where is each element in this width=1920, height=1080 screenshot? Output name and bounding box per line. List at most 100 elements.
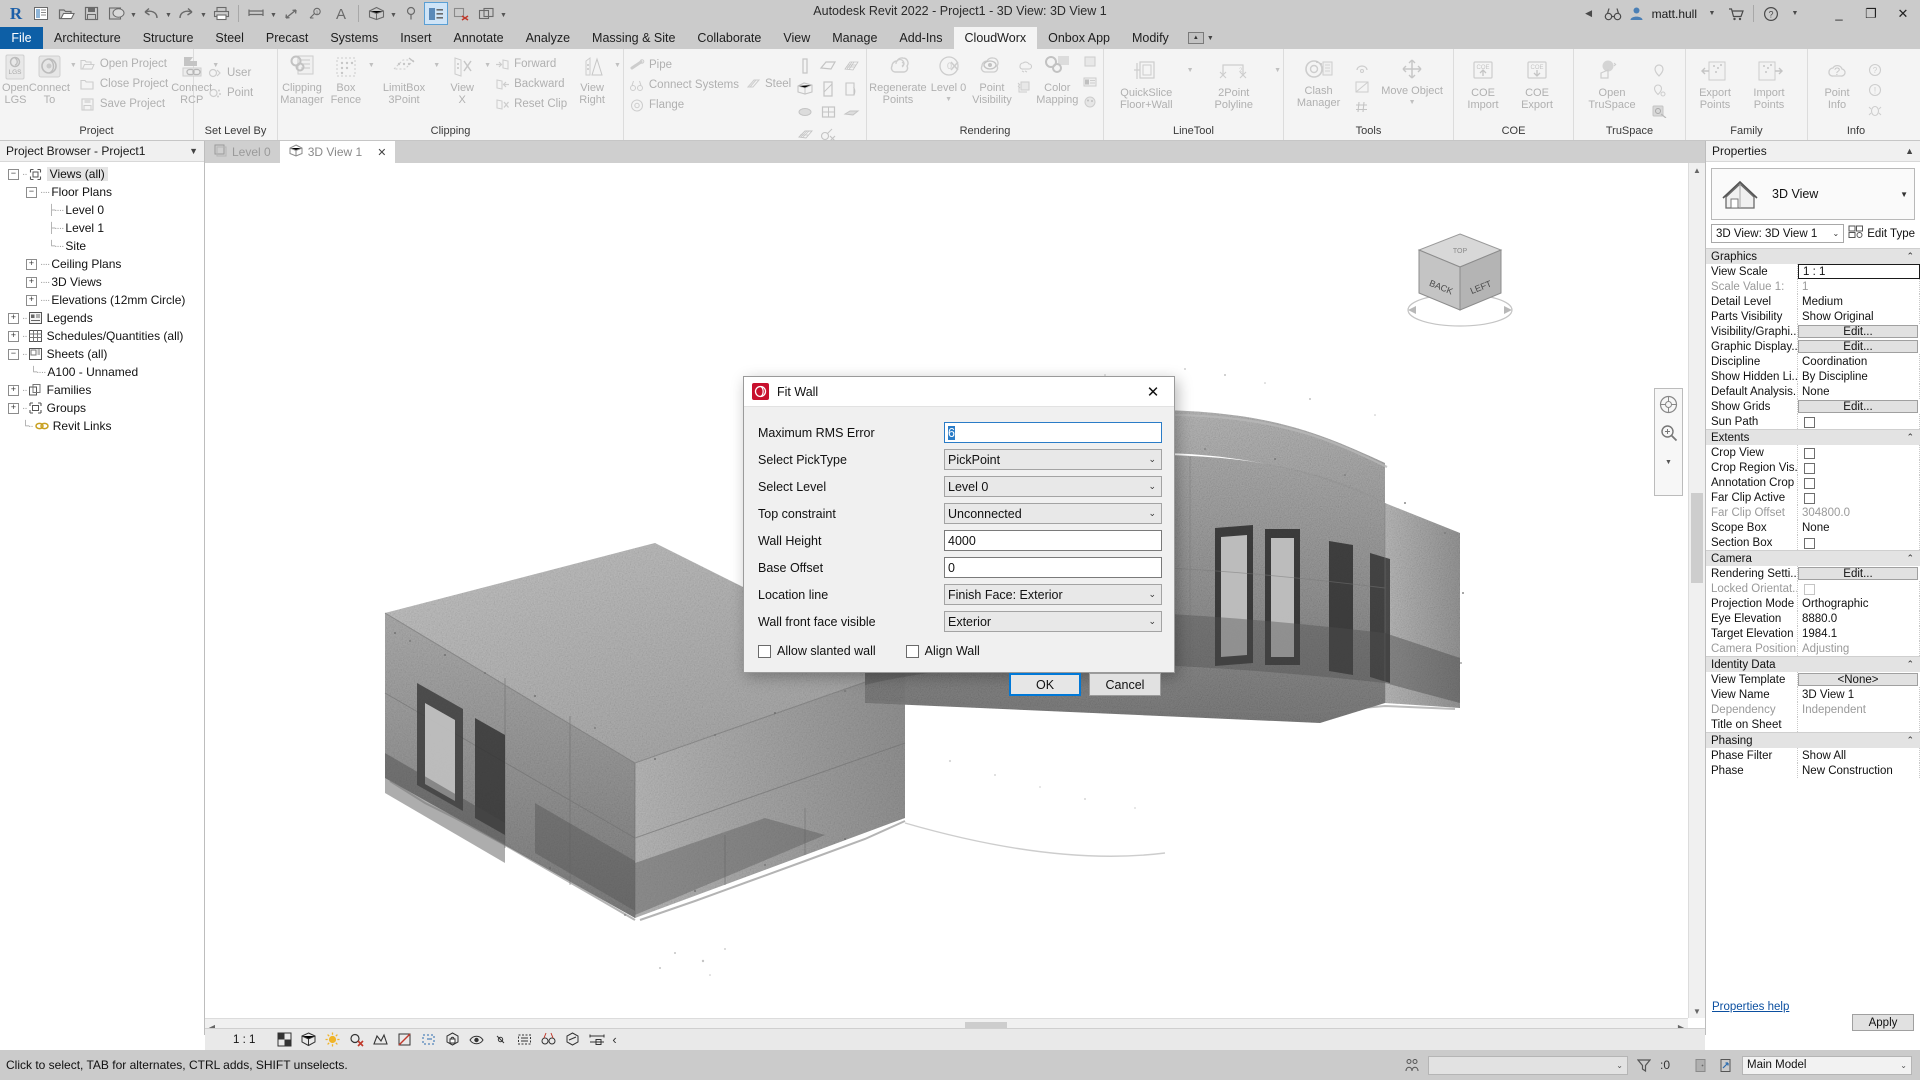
wall-height-input[interactable]: 4000 [944,530,1162,551]
chevron-down-icon[interactable]: ▼ [1900,190,1908,199]
tab-cloudworx[interactable]: CloudWorx [953,27,1038,49]
default-3d-view-icon[interactable] [364,2,388,25]
property-row-annotation-crop[interactable]: Annotation Crop [1706,475,1920,490]
coe-import-button[interactable]: COE COE Import [1456,57,1510,111]
ribbon-tab-bar[interactable]: File Architecture Structure Steel Precas… [0,27,1920,49]
tab-modify[interactable]: Modify [1121,27,1180,49]
property-row-far-clip-active[interactable]: Far Clip Active [1706,490,1920,505]
property-row-sun-path[interactable]: Sun Path [1706,414,1920,429]
property-row-parts-visibility[interactable]: Parts Visibility Show Original [1706,309,1920,324]
property-row-projection-mode[interactable]: Projection Mode Orthographic [1706,596,1920,611]
view-control-bar[interactable]: 1 : 1 ‹ [205,1028,1705,1050]
help-circle-icon[interactable]: ? [1864,60,1886,80]
quickslice-floor-wall-button[interactable]: QuickSlice Floor+Wall [1106,57,1187,111]
view-tab-level-0[interactable]: Level 0 [205,141,280,163]
tree-node-ceiling-plans[interactable]: + ···· Ceiling Plans [2,255,204,273]
apply-button[interactable]: Apply [1852,1014,1914,1031]
scroll-down-arrow-icon[interactable]: ▼ [1689,1004,1705,1018]
import-points-button[interactable]: Import Points [1742,57,1796,111]
select-level-dropdown[interactable]: Level 0 ⌄ [944,476,1162,497]
property-value-phase-filter[interactable]: Show All [1798,748,1920,763]
project-browser-collapse-icon[interactable]: ▼ [189,146,198,156]
steel-fitter-button[interactable]: Steel [742,74,794,94]
tab-add-ins[interactable]: Add-Ins [888,27,953,49]
property-value-parts-visibility[interactable]: Show Original [1798,309,1920,324]
move-object-button[interactable]: Move Object ▼ [1373,55,1451,109]
type-combo-caret-icon[interactable]: ⌄ [1833,229,1840,238]
view-x-dropdown-caret[interactable]: ▼ [484,62,491,69]
expand-toggle-plus-icon-groups[interactable]: + [8,402,19,414]
property-row-visibility-graphics[interactable]: Visibility/Graphi... Edit... [1706,324,1920,339]
clash-manager-button[interactable]: Clash Manager [1286,55,1351,109]
property-row-show-grids[interactable]: Show Grids Edit... [1706,399,1920,414]
dialog-title-bar[interactable]: Fit Wall ✕ [744,377,1174,407]
color-mapping-button[interactable]: Color Mapping [1036,52,1079,106]
expand-toggle-plus-icon-ceiling[interactable]: + [26,258,37,270]
property-value-graphic-display[interactable]: Edit... [1798,340,1918,353]
chevron-down-icon-front-face[interactable]: ⌄ [1148,616,1158,627]
view-cube[interactable]: BACK LEFT TOP [1395,218,1525,348]
measure-icon[interactable] [244,2,268,25]
property-row-scope-box[interactable]: Scope Box None [1706,520,1920,535]
property-row-rendering-settings[interactable]: Rendering Setti... Edit... [1706,566,1920,581]
palette-icon[interactable] [1079,92,1101,112]
door-fit-icon[interactable] [840,78,862,100]
rendering-dialog-icon[interactable] [372,1031,389,1048]
close-icon[interactable]: ✕ [377,146,386,159]
visual-style-icon[interactable] [300,1031,317,1048]
tree-node-revit-links[interactable]: └·· Revit Links [2,417,204,435]
show-crop-region-icon[interactable] [420,1031,437,1048]
tab-analyze[interactable]: Analyze [515,27,581,49]
tab-precast[interactable]: Precast [255,27,319,49]
property-value-discipline[interactable]: Coordination [1798,354,1920,369]
redo-dropdown-caret[interactable]: ▼ [199,2,208,25]
view-control-more-icon[interactable]: ‹ [612,1032,616,1047]
expand-toggle-minus-icon-sheets[interactable]: − [8,348,19,360]
clip-backward-button[interactable]: Backward [491,74,570,94]
save-dropdown-caret[interactable]: ▼ [129,2,138,25]
view-scale-label[interactable]: 1 : 1 [233,1034,255,1046]
tab-collaborate[interactable]: Collaborate [686,27,772,49]
property-group-phasing[interactable]: Phasing ⌃ [1706,732,1920,748]
grid-tool-icon[interactable] [1351,77,1373,97]
set-level-point-button[interactable]: Point [204,83,256,103]
tab-file[interactable]: File [0,27,43,49]
expand-toggle-minus-icon[interactable]: − [8,168,19,180]
property-value-target-elevation[interactable]: 1984.1 [1798,626,1920,641]
constraints-icon[interactable] [564,1031,581,1048]
editable-only-icon[interactable] [1716,1055,1736,1075]
tree-node-level-0[interactable]: ├···· Level 0 [2,201,204,219]
help-icon[interactable]: ? [1760,3,1782,25]
worksets-icon[interactable] [1402,1055,1422,1075]
property-row-view-template[interactable]: View Template <None> [1706,672,1920,687]
expand-toggle-plus-icon-elev[interactable]: + [26,294,37,306]
property-group-identity-data[interactable]: Identity Data ⌃ [1706,656,1920,672]
ribbon-minimize-control[interactable]: ▲ ▼ [1180,27,1222,49]
2point-polyline-dropdown-caret[interactable]: ▼ [1274,67,1281,74]
point-info-button[interactable]: ? Point Info [1810,57,1864,111]
wall-fit-icon[interactable] [794,55,816,77]
print-icon[interactable] [209,2,233,25]
property-group-graphics[interactable]: Graphics ⌃ [1706,248,1920,264]
property-row-section-box[interactable]: Section Box [1706,535,1920,550]
tree-node-elevations[interactable]: + ···· Elevations (12mm Circle) [2,291,204,309]
switch-windows-icon[interactable] [474,2,498,25]
export-points-button[interactable]: Export Points [1688,57,1742,111]
tab-view[interactable]: View [772,27,821,49]
limitbox-3point-button[interactable]: LimitBox 3Point [375,52,434,106]
ribbon-panel-bar[interactable]: LGS Open LGS Connect To ▼ Open Project C… [0,49,1920,158]
workset-combo[interactable]: ⌄ [1427,1055,1628,1075]
filter-icon[interactable] [1634,1055,1654,1075]
property-row-detail-level[interactable]: Detail Level Medium [1706,294,1920,309]
maximize-restore-button[interactable]: ❐ [1856,0,1886,27]
undo-dropdown-caret[interactable]: ▼ [164,2,173,25]
property-value-visibility-graphics[interactable]: Edit... [1798,325,1918,338]
chevron-up-icon-camera[interactable]: ⌃ [1906,553,1914,564]
tag-icon[interactable]: 1 [304,2,328,25]
top-constraint-dropdown[interactable]: Unconnected ⌄ [944,503,1162,524]
project-browser-tree[interactable]: − ·· Views (all) − ···· Floor Plans ├···· … [0,162,204,435]
tree-node-views-all[interactable]: − ·· Views (all) [2,165,204,183]
view-tab-3d-view-1[interactable]: 3D View 1 ✕ [279,141,396,163]
autodesk-store-cart-icon[interactable] [1725,3,1747,25]
property-row-discipline[interactable]: Discipline Coordination [1706,354,1920,369]
